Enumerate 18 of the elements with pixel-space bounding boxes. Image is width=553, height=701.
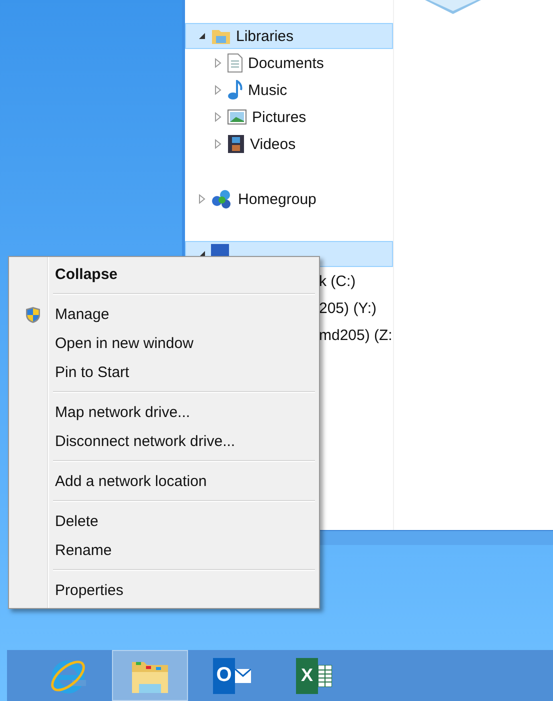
tree-item[interactable]: Documents: [185, 50, 393, 76]
tree-item[interactable]: Music: [185, 77, 393, 103]
taskbar-button[interactable]: X: [276, 650, 352, 701]
tree-item[interactable]: Homegroup: [185, 186, 393, 212]
menu-item[interactable]: Disconnect network drive...: [11, 427, 317, 456]
menu-item[interactable]: Map network drive...: [11, 398, 317, 427]
menu-item[interactable]: Open in new window: [11, 329, 317, 358]
menu-item[interactable]: Delete: [11, 507, 317, 536]
tree-item[interactable]: Videos: [185, 131, 393, 157]
menu-item[interactable]: Manage: [11, 300, 317, 329]
menu-item[interactable]: Properties: [11, 576, 317, 605]
menu-item[interactable]: Add a network location: [11, 467, 317, 496]
menu-item[interactable]: Rename: [11, 536, 317, 565]
tree-item[interactable]: Pictures: [185, 104, 393, 130]
menu-item[interactable]: Collapse: [11, 260, 317, 289]
taskbar-button[interactable]: O: [194, 650, 270, 701]
tree-item-highlight[interactable]: Libraries: [185, 23, 393, 49]
menu-item[interactable]: Pin to Start: [11, 358, 317, 387]
